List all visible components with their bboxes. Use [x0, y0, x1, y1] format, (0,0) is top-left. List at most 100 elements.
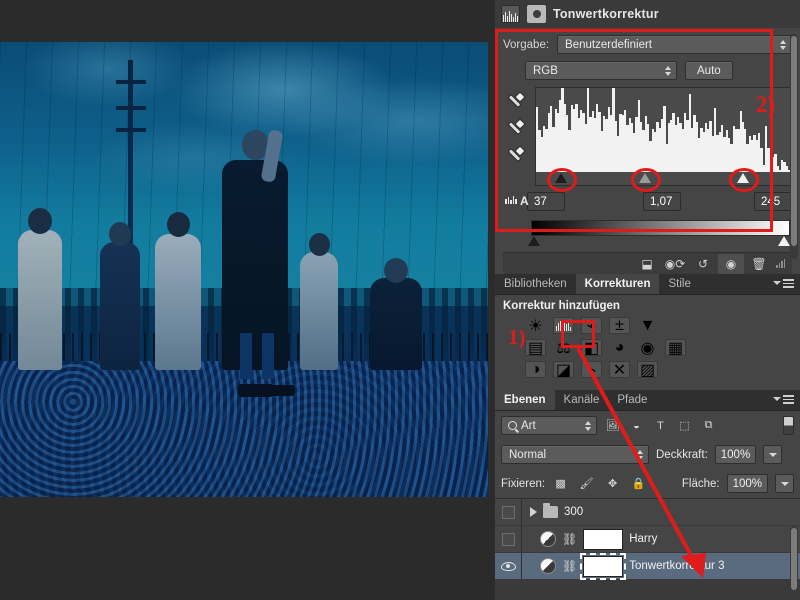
layers-scrollbar[interactable] — [790, 526, 798, 598]
histogram-bars — [536, 88, 791, 172]
right-dock: Tonwertkorrektur Vorgabe: Benutzerdefini… — [495, 0, 800, 600]
layer-visibility-toggle[interactable] — [495, 505, 521, 519]
posterize-icon[interactable]: ◪ — [553, 361, 574, 378]
layer-filter-select[interactable]: Art — [501, 416, 597, 435]
panel-menu-icon[interactable] — [773, 395, 794, 404]
hue-saturation-icon[interactable]: ▤ — [525, 339, 546, 356]
blend-opacity-row: Normal Deckkraft: 100% — [495, 440, 800, 469]
set-white-point-eyedropper-icon[interactable] — [508, 147, 525, 164]
lock-image-pixels-icon[interactable]: 🖌 — [578, 476, 595, 492]
smart-object-icon[interactable]: ⧉ — [700, 418, 717, 434]
layer-filter-row: Art 🖼 ◒ T ⬚ ⧉ — [495, 411, 800, 440]
lock-transparent-pixels-icon[interactable]: ▩ — [552, 476, 569, 492]
gamma-input-field[interactable]: 1,07 — [643, 192, 681, 211]
lock-all-icon[interactable]: 🔒 — [630, 476, 647, 492]
black-point-slider[interactable] — [554, 173, 567, 184]
tab-kanaele[interactable]: Kanäle — [555, 390, 609, 410]
eye-icon[interactable] — [500, 561, 516, 571]
black-input-field[interactable]: 37 — [527, 192, 565, 211]
blend-mode-select[interactable]: Normal — [501, 445, 649, 464]
channel-row: RGB Auto — [503, 61, 792, 80]
delete-icon[interactable]: 🗑 — [746, 254, 772, 274]
opacity-field[interactable]: 100% — [714, 445, 757, 464]
tab-ebenen[interactable]: Ebenen — [495, 390, 555, 410]
output-levels-slider-track[interactable] — [527, 236, 790, 248]
levels-icon[interactable] — [553, 317, 574, 334]
table-row[interactable]: ⛓ Tonwertkorrektur 3 — [495, 552, 800, 580]
opacity-label: Deckkraft: — [656, 448, 708, 461]
adjustment-layer-icon[interactable]: ◒ — [628, 418, 645, 434]
vibrance-icon[interactable]: ▼ — [637, 317, 658, 334]
properties-panel-body: Vorgabe: Benutzerdefiniert RGB Auto 2) A… — [495, 28, 800, 274]
exposure-icon[interactable]: ± — [609, 317, 630, 334]
photo-filter-icon[interactable]: ◕ — [609, 339, 630, 356]
clipping-warning-icon: A — [504, 194, 529, 210]
invert-icon[interactable]: ◑ — [525, 361, 546, 378]
properties-scrollbar[interactable] — [790, 34, 798, 259]
adjustment-layer-thumbnail[interactable] — [540, 531, 556, 547]
tab-bibliotheken[interactable]: Bibliotheken — [495, 274, 576, 294]
threshold-icon[interactable]: ⌁ — [581, 361, 602, 378]
black-white-icon[interactable]: ◧ — [581, 339, 602, 356]
photoshop-window: Tonwertkorrektur Vorgabe: Benutzerdefini… — [0, 0, 800, 600]
layer-mask-thumbnail[interactable] — [580, 552, 627, 580]
adjustment-layer-thumbnail[interactable] — [540, 558, 556, 574]
channel-select[interactable]: RGB — [525, 61, 677, 80]
color-balance-icon[interactable]: ⚖ — [553, 339, 574, 357]
gradient-map-icon[interactable]: ▨ — [637, 361, 658, 378]
photo-canvas[interactable] — [0, 42, 488, 497]
lock-label: Fixieren: — [501, 477, 546, 490]
curves-icon[interactable]: ⌁ — [581, 317, 602, 334]
panel-resize-grip[interactable] — [776, 259, 788, 268]
pixel-layer-icon[interactable]: 🖼 — [604, 418, 621, 434]
color-lookup-icon[interactable]: ▦ — [665, 339, 686, 356]
tab-pfade[interactable]: Pfade — [608, 390, 656, 410]
chevron-updown-icon — [585, 420, 591, 431]
set-gray-point-eyedropper-icon[interactable] — [508, 120, 525, 137]
layer-mask-thumbnail[interactable] — [583, 528, 624, 550]
fill-field[interactable]: 100% — [726, 474, 768, 493]
histogram[interactable]: 2) — [535, 87, 792, 172]
adjustment-row-1: ☀ ⌁ ± ▼ — [525, 317, 800, 334]
annotation-label-2: 2) — [755, 92, 775, 117]
lock-position-icon[interactable]: ✥ — [604, 476, 621, 492]
output-black-slider[interactable] — [527, 236, 540, 247]
layer-content: 300 — [522, 503, 800, 518]
photo-blue-tint-overlay — [0, 42, 488, 497]
layer-visibility-toggle[interactable] — [495, 532, 521, 546]
set-black-point-eyedropper-icon[interactable] — [508, 93, 525, 110]
preview-toggle-icon[interactable]: ◉⟳ — [662, 254, 688, 274]
reset-icon[interactable]: ↺ — [690, 254, 716, 274]
shape-layer-icon[interactable]: ⬚ — [676, 418, 693, 434]
visibility-icon[interactable]: ◉ — [718, 253, 744, 274]
opacity-dropdown-icon[interactable] — [763, 445, 783, 464]
type-layer-icon[interactable]: T — [652, 418, 669, 434]
gamma-slider[interactable] — [638, 173, 651, 184]
layer-visibility-toggle[interactable] — [495, 561, 521, 571]
link-mask-icon[interactable]: ⛓ — [562, 533, 577, 545]
output-white-slider[interactable] — [777, 236, 790, 247]
adjustment-circle-icon — [527, 5, 546, 23]
tab-korrekturen[interactable]: Korrekturen — [575, 274, 660, 294]
table-row[interactable]: ⛓ Harry — [495, 526, 800, 553]
output-levels-gradient — [531, 220, 790, 236]
fill-dropdown-icon[interactable] — [775, 474, 794, 493]
table-row[interactable]: 300 — [495, 499, 800, 526]
brightness-contrast-icon[interactable]: ☀ — [525, 317, 546, 335]
filter-toggle-switch[interactable] — [783, 416, 794, 435]
selective-color-icon[interactable]: ✕ — [609, 361, 630, 378]
preset-select[interactable]: Benutzerdefiniert — [557, 35, 792, 54]
link-mask-icon[interactable]: ⛓ — [562, 560, 577, 572]
panel-menu-icon[interactable] — [773, 279, 794, 288]
channel-mixer-icon[interactable]: ◉ — [637, 339, 658, 357]
white-input-field[interactable]: 245 — [754, 192, 792, 211]
chevron-right-icon[interactable] — [530, 507, 537, 517]
white-point-slider[interactable] — [736, 173, 749, 184]
clip-to-layer-icon[interactable]: ⬓ — [634, 254, 660, 274]
layers-tabstrip: Ebenen Kanäle Pfade — [495, 390, 800, 411]
tab-stile[interactable]: Stile — [659, 274, 699, 294]
layer-content: ⛓ Harry — [522, 528, 800, 550]
auto-button[interactable]: Auto — [685, 61, 733, 80]
chevron-updown-icon — [665, 65, 671, 76]
levels-input-slider-track[interactable] — [535, 168, 792, 192]
